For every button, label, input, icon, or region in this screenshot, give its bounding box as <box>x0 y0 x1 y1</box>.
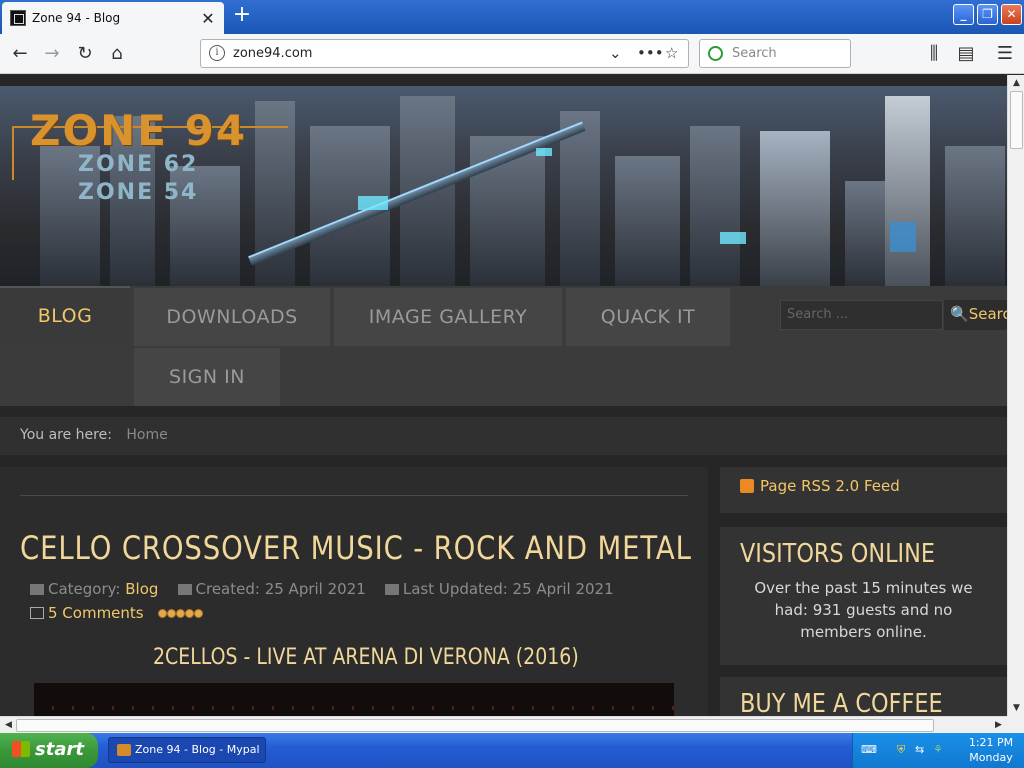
tab-bar: Zone 94 - Blog ✕ + _ ❐ ✕ <box>0 0 1024 34</box>
new-tab-button[interactable]: + <box>230 4 254 28</box>
rss-link[interactable]: Page RSS 2.0 Feed <box>760 477 900 495</box>
calendar-icon <box>177 584 192 595</box>
article-subtitle: 2CELLOS - LIVE AT ARENA DI VERONA (2016) <box>153 645 579 670</box>
menu-icon[interactable]: ☰ <box>993 42 1017 66</box>
vertical-scrollbar[interactable]: ▲ ▼ <box>1007 75 1024 716</box>
site-favicon-icon <box>10 10 26 26</box>
calendar-icon <box>384 584 399 595</box>
star-icon <box>194 609 204 618</box>
menu-item-downloads[interactable]: DOWNLOADS <box>134 288 330 346</box>
folder-icon <box>30 584 44 595</box>
site-banner: ZONE 94 ZONE 62 ZONE 54 <box>0 86 1007 286</box>
breadcrumb-home[interactable]: Home <box>126 427 167 443</box>
star-icon <box>185 609 195 618</box>
menu-item-sign-in[interactable]: SIGN IN <box>134 348 280 406</box>
system-tray: ⌨ ⛨ ⇆ ⚘ 1:21 PM Monday <box>852 733 1024 768</box>
start-button[interactable]: start <box>0 733 98 768</box>
start-label: start <box>35 739 84 760</box>
scroll-left-icon[interactable]: ◀ <box>0 717 17 733</box>
breadcrumb: You are here: Home <box>0 417 1007 455</box>
mypal-app-icon <box>117 744 131 756</box>
forward-icon[interactable]: → <box>40 42 64 66</box>
restore-button[interactable]: ❐ <box>977 4 998 25</box>
article-container: CELLO CROSSOVER MUSIC - ROCK AND METAL C… <box>0 467 708 727</box>
minimize-button[interactable]: _ <box>953 4 974 25</box>
clock-day: Monday <box>969 751 1013 764</box>
tab-title: Zone 94 - Blog <box>32 11 121 25</box>
network-icon[interactable]: ⇆ <box>915 743 929 757</box>
search-placeholder: Search <box>732 46 777 61</box>
star-icon <box>167 609 177 618</box>
search-button-label: Search <box>968 305 1007 323</box>
bookmark-star-icon[interactable]: ☆ <box>665 44 678 62</box>
scrollbar-corner <box>1007 716 1024 733</box>
taskbar-window-label: Zone 94 - Blog - Mypal <box>135 743 260 756</box>
scroll-up-icon[interactable]: ▲ <box>1008 75 1024 91</box>
article-meta: Category: Blog Created: 25 April 2021 La… <box>30 580 614 598</box>
scroll-right-icon[interactable]: ▶ <box>990 717 1007 733</box>
navigation-toolbar: ← → ↻ ⌂ i zone94.com ⌄ ••• ☆ Search ⫼ ▤ … <box>0 34 1024 74</box>
horizontal-scrollbar[interactable]: ◀ ▶ <box>0 716 1007 733</box>
keyboard-icon[interactable]: ⌨ <box>861 743 877 757</box>
logo-sub-1: ZONE 62 <box>78 152 199 177</box>
divider <box>20 495 688 496</box>
star-icon <box>158 609 168 618</box>
menu-item-image-gallery[interactable]: IMAGE GALLERY <box>334 288 562 346</box>
menu-item-blog[interactable]: BLOG <box>0 286 130 344</box>
dropdown-chevron-icon[interactable]: ⌄ <box>609 44 622 62</box>
library-icon[interactable]: ⫼ <box>922 42 946 66</box>
article-title[interactable]: CELLO CROSSOVER MUSIC - ROCK AND METAL <box>20 529 692 567</box>
star-icon <box>176 609 186 618</box>
visitors-text: Over the past 15 minutes we had: 931 gue… <box>754 579 973 641</box>
security-shield-icon[interactable]: ⛨ <box>897 743 911 757</box>
close-window-button[interactable]: ✕ <box>1001 4 1022 25</box>
close-tab-icon[interactable]: ✕ <box>200 9 216 28</box>
menu-item-quack-it[interactable]: QUACK IT <box>566 288 730 346</box>
rss-icon <box>740 479 754 493</box>
windows-logo-icon <box>12 741 30 757</box>
browser-search-box[interactable]: Search <box>699 39 851 68</box>
clock-time: 1:21 PM <box>968 736 1014 749</box>
search-icon: 🔍 <box>950 305 969 323</box>
safely-remove-icon[interactable]: ⚘ <box>933 743 947 757</box>
comment-icon <box>30 607 44 619</box>
browser-tab[interactable]: Zone 94 - Blog ✕ <box>2 2 224 34</box>
logo-sub-2: ZONE 54 <box>78 180 199 205</box>
article-meta-2: 5 Comments <box>30 604 204 622</box>
main-menu: BLOG DOWNLOADS IMAGE GALLERY QUACK IT SI… <box>0 286 1007 406</box>
star-rating[interactable] <box>158 604 204 622</box>
category-label: Category: <box>48 580 121 598</box>
coffee-module: BUY ME A COFFEE <box>720 677 1007 716</box>
taskbar-window-button[interactable]: Zone 94 - Blog - Mypal <box>108 737 266 763</box>
site-logo[interactable]: ZONE 94 <box>30 106 247 155</box>
site-search-button[interactable]: 🔍Search <box>944 300 1007 330</box>
taskbar: start Zone 94 - Blog - Mypal ⌨ ⛨ ⇆ ⚘ 1:2… <box>0 733 1024 768</box>
url-text[interactable]: zone94.com <box>233 46 312 61</box>
site-search-input[interactable]: Search ... <box>780 300 943 330</box>
back-icon[interactable]: ← <box>8 42 32 66</box>
page-actions-icon[interactable]: ••• <box>637 44 664 62</box>
video-embed[interactable] <box>34 683 674 716</box>
created-date: Created: 25 April 2021 <box>195 580 366 598</box>
updated-date: Last Updated: 25 April 2021 <box>402 580 614 598</box>
home-icon[interactable]: ⌂ <box>105 42 129 66</box>
coffee-title: BUY ME A COFFEE <box>740 689 943 716</box>
comments-link[interactable]: 5 Comments <box>48 604 144 622</box>
horizontal-scroll-thumb[interactable] <box>16 719 934 732</box>
visitors-title: VISITORS ONLINE <box>740 539 936 569</box>
url-bar[interactable]: i zone94.com ⌄ ••• ☆ <box>200 39 689 68</box>
clock[interactable]: 1:21 PM Monday <box>961 735 1021 765</box>
vertical-scroll-thumb[interactable] <box>1010 91 1023 149</box>
scroll-down-icon[interactable]: ▼ <box>1008 700 1024 716</box>
visitors-module: VISITORS ONLINE Over the past 15 minutes… <box>720 527 1007 665</box>
category-link[interactable]: Blog <box>125 580 158 598</box>
sidebar-toggle-icon[interactable]: ▤ <box>954 42 978 66</box>
site-info-icon[interactable]: i <box>209 45 225 61</box>
reload-icon[interactable]: ↻ <box>73 42 97 66</box>
rss-module: Page RSS 2.0 Feed <box>720 467 1007 513</box>
breadcrumb-label: You are here: <box>20 427 112 443</box>
search-engine-icon <box>708 46 723 61</box>
